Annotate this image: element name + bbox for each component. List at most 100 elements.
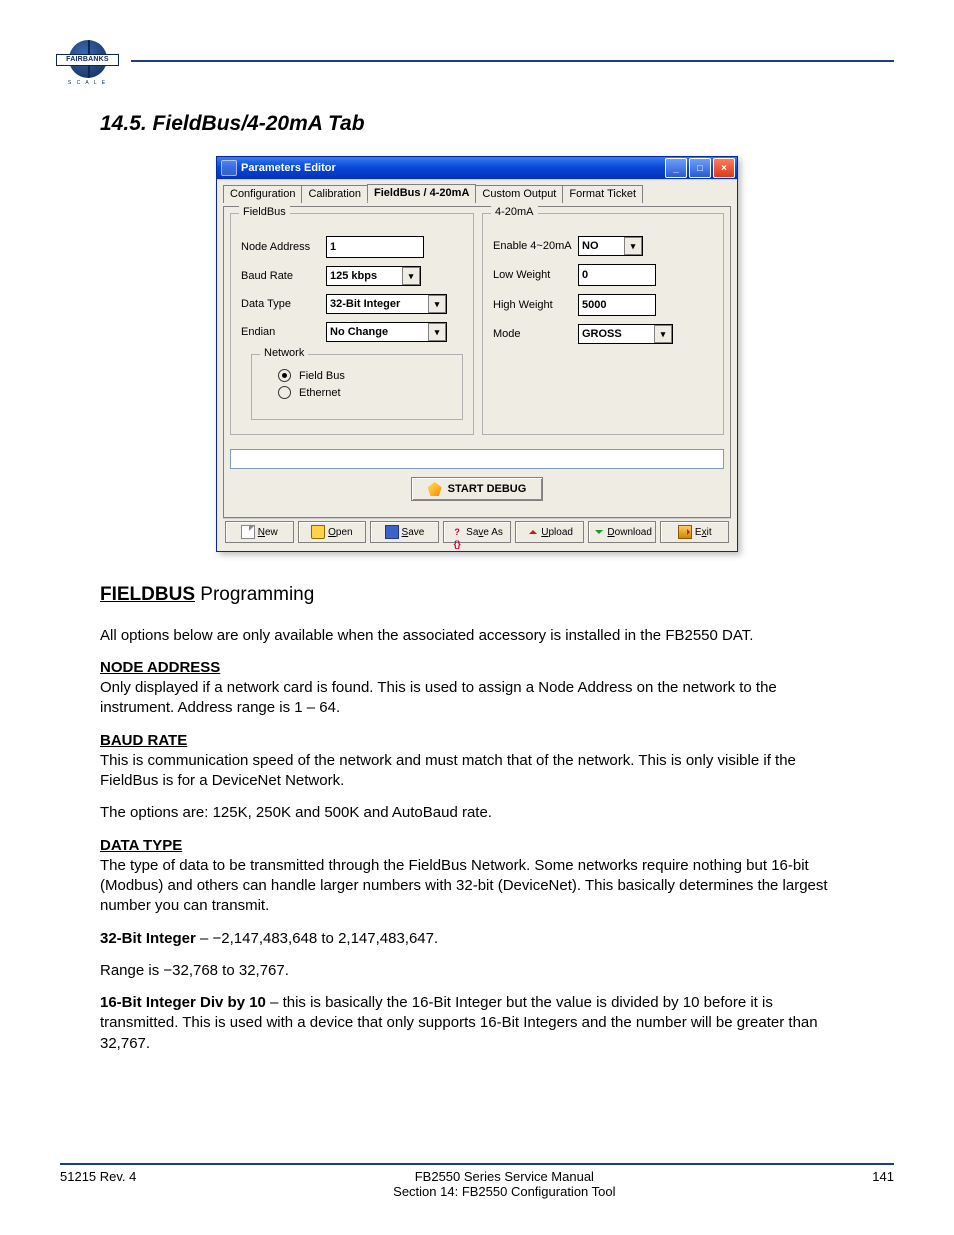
- tab-configuration[interactable]: Configuration: [223, 185, 302, 203]
- page-header: FAIRBANKS S C A L E: [60, 40, 894, 82]
- node-address-input[interactable]: [326, 236, 424, 258]
- section-heading: 14.5. FieldBus/4-20mA Tab: [100, 112, 894, 136]
- endian-select[interactable]: No Change ▾: [326, 322, 447, 342]
- data-div-lead: 16-Bit Integer Div by 10: [100, 994, 266, 1011]
- data-type-divby10: 16-Bit Integer Div by 10 – this is basic…: [100, 993, 854, 1054]
- high-weight-input[interactable]: [578, 294, 656, 316]
- footer-right: 141: [872, 1169, 894, 1199]
- network-fieldbus-label: Field Bus: [299, 370, 345, 382]
- baud-rate-block: BAUD RATE This is communication speed of…: [100, 731, 854, 792]
- network-ethernet-label: Ethernet: [299, 387, 341, 399]
- app-icon: [221, 160, 237, 176]
- brush-icon: [428, 482, 442, 496]
- data-type-select[interactable]: 32-Bit Integer ▾: [326, 294, 447, 314]
- start-debug-button[interactable]: START DEBUG: [411, 477, 543, 501]
- mode-label: Mode: [493, 328, 578, 340]
- enable-4-20ma-select[interactable]: NO ▾: [578, 236, 643, 256]
- endian-value: No Change: [330, 326, 428, 338]
- save-icon: [385, 525, 399, 539]
- data-type-text: The type of data to be transmitted throu…: [100, 857, 828, 915]
- logo-brand-text: FAIRBANKS: [56, 54, 119, 66]
- baud-rate-value: 125 kbps: [330, 270, 402, 282]
- radio-icon: [278, 386, 291, 399]
- subsection-heading: FIELDBUS Programming: [100, 582, 854, 608]
- header-rule: [131, 60, 894, 62]
- minimize-button[interactable]: _: [665, 158, 687, 178]
- subhead-rest: Programming: [195, 584, 314, 605]
- new-button[interactable]: NNewew: [225, 521, 294, 543]
- m420-group: 4-20mA Enable 4~20mA NO ▾ Low Weight: [482, 213, 724, 435]
- start-debug-label: START DEBUG: [448, 483, 527, 495]
- node-address-head: NODE ADDRESS: [100, 659, 220, 676]
- logo-sub-text: S C A L E: [60, 80, 115, 86]
- network-fieldbus-radio[interactable]: Field Bus: [278, 369, 452, 382]
- upload-button[interactable]: Upload: [515, 521, 584, 543]
- baud-rate-head: BAUD RATE: [100, 732, 187, 749]
- network-legend: Network: [260, 347, 308, 359]
- node-address-label: Node Address: [241, 241, 326, 253]
- footer-center-1: FB2550 Series Service Manual: [415, 1169, 594, 1184]
- tab-fieldbus-4-20ma[interactable]: FieldBus / 4-20mA: [367, 184, 476, 202]
- node-address-text: Only displayed if a network card is foun…: [100, 679, 777, 716]
- footer-center-2: Section 14: FB2550 Configuration Tool: [393, 1184, 615, 1199]
- subhead-underlined: FIELDBUS: [100, 584, 195, 605]
- enable-4-20ma-value: NO: [582, 240, 624, 252]
- save-button[interactable]: Save: [370, 521, 439, 543]
- document-body: FIELDBUS Programming All options below a…: [100, 582, 854, 1054]
- close-button[interactable]: ×: [713, 158, 735, 178]
- download-icon: [592, 526, 604, 538]
- chevron-down-icon: ▾: [624, 237, 642, 255]
- baud-rate-text: This is communication speed of the netwo…: [100, 752, 796, 789]
- exit-icon: [678, 525, 692, 539]
- open-button[interactable]: Open: [298, 521, 367, 543]
- data-type-label: Data Type: [241, 298, 326, 310]
- mode-select[interactable]: GROSS ▾: [578, 324, 673, 344]
- tab-custom-output[interactable]: Custom Output: [475, 185, 563, 203]
- save-as-icon: ?{}: [451, 526, 463, 538]
- folder-open-icon: [311, 525, 325, 539]
- upload-icon: [526, 526, 538, 538]
- network-group: Network Field Bus Ethernet: [251, 354, 463, 420]
- data-32-lead: 32-Bit Integer: [100, 930, 196, 947]
- footer-left: 51215 Rev. 4: [60, 1169, 136, 1199]
- low-weight-label: Low Weight: [493, 269, 578, 281]
- status-input[interactable]: [230, 449, 724, 469]
- data-type-32bit: 32-Bit Integer – −2,147,483,648 to 2,147…: [100, 929, 854, 949]
- intro-paragraph: All options below are only available whe…: [100, 626, 854, 646]
- enable-4-20ma-label: Enable 4~20mA: [493, 240, 578, 252]
- chevron-down-icon: ▾: [428, 323, 446, 341]
- baud-rate-select[interactable]: 125 kbps ▾: [326, 266, 421, 286]
- baud-rate-options: The options are: 125K, 250K and 500K and…: [100, 803, 854, 823]
- window-title: Parameters Editor: [241, 162, 663, 174]
- chevron-down-icon: ▾: [402, 267, 420, 285]
- fairbanks-logo: FAIRBANKS S C A L E: [60, 40, 115, 82]
- chevron-down-icon: ▾: [428, 295, 446, 313]
- parameters-editor-window: Parameters Editor _ □ × Configuration Ca…: [216, 156, 738, 552]
- save-as-button[interactable]: ?{}Save As: [443, 521, 512, 543]
- baud-rate-label: Baud Rate: [241, 270, 326, 282]
- data-range-line: Range is −32,768 to 32,767.: [100, 961, 854, 981]
- exit-button[interactable]: Exit: [660, 521, 729, 543]
- tab-strip: Configuration Calibration FieldBus / 4-2…: [223, 184, 731, 202]
- maximize-button[interactable]: □: [689, 158, 711, 178]
- radio-icon: [278, 369, 291, 382]
- network-ethernet-radio[interactable]: Ethernet: [278, 386, 452, 399]
- data-type-value: 32-Bit Integer: [330, 298, 428, 310]
- node-address-block: NODE ADDRESS Only displayed if a network…: [100, 658, 854, 719]
- data-type-head: DATA TYPE: [100, 837, 182, 854]
- fieldbus-legend: FieldBus: [239, 206, 290, 218]
- tab-format-ticket[interactable]: Format Ticket: [562, 185, 643, 203]
- titlebar: Parameters Editor _ □ ×: [217, 157, 737, 179]
- tab-panel: FieldBus Node Address Baud Rate 125 kbps…: [223, 206, 731, 518]
- endian-label: Endian: [241, 326, 326, 338]
- toolbar-row: NNewew Open Save ?{}Save As Upload Downl…: [223, 518, 731, 545]
- m420-legend: 4-20mA: [491, 206, 538, 218]
- high-weight-label: High Weight: [493, 299, 578, 311]
- chevron-down-icon: ▾: [654, 325, 672, 343]
- data-32-rest: – −2,147,483,648 to 2,147,483,647.: [196, 930, 438, 947]
- low-weight-input[interactable]: [578, 264, 656, 286]
- download-button[interactable]: Download: [588, 521, 657, 543]
- page-footer: 51215 Rev. 4 FB2550 Series Service Manua…: [60, 1163, 894, 1199]
- file-new-icon: [241, 525, 255, 539]
- tab-calibration[interactable]: Calibration: [301, 185, 368, 203]
